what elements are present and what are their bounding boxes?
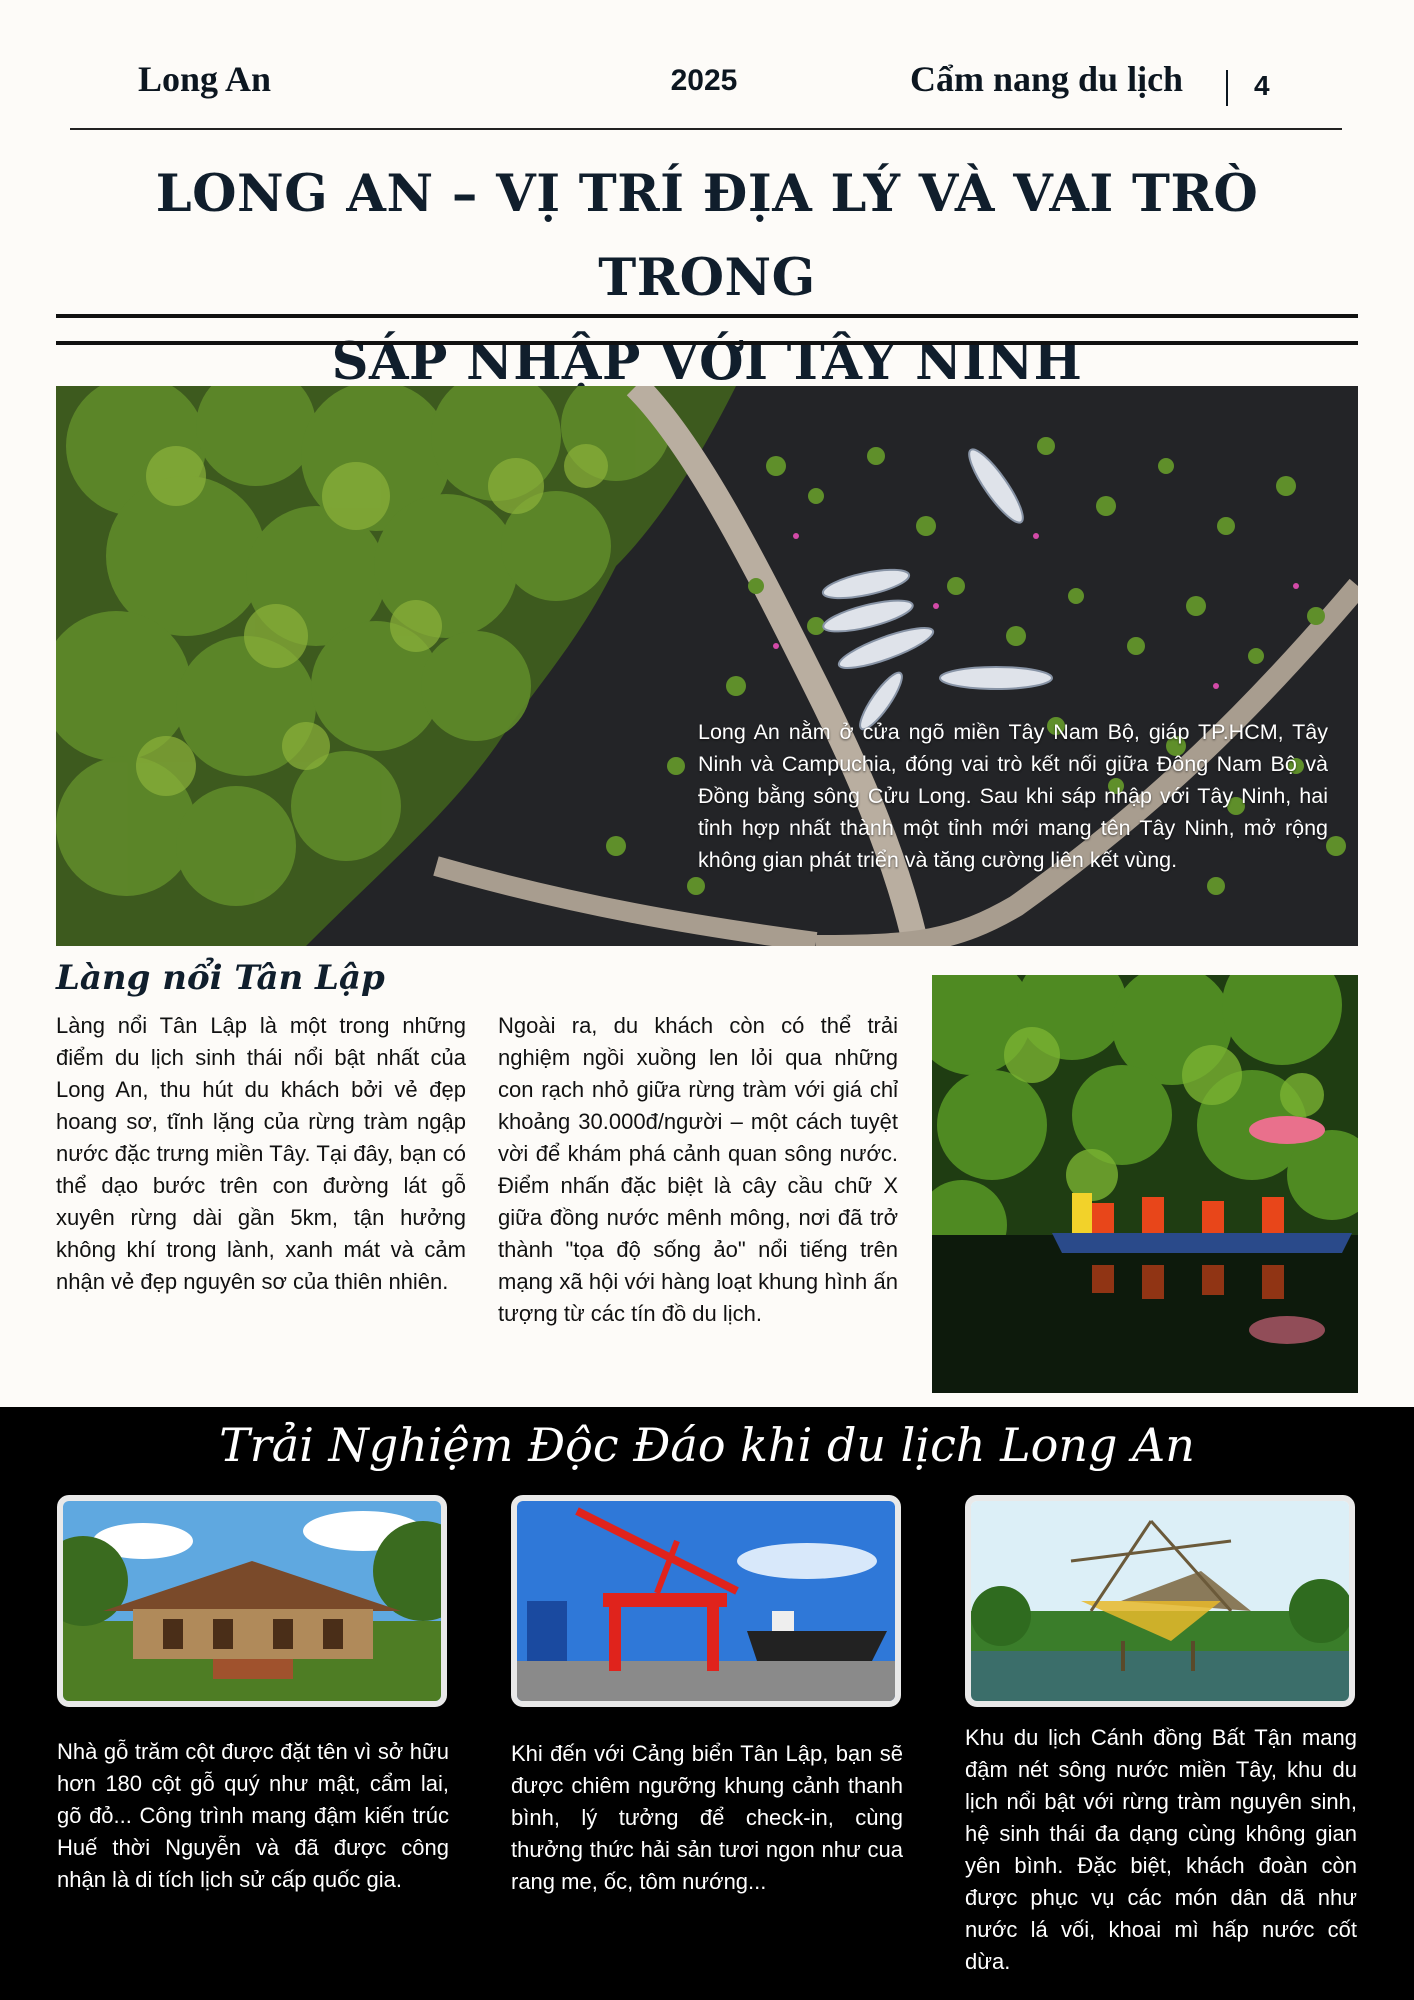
port-crane-illustration [517, 1501, 895, 1701]
fishing-hut-illustration [971, 1501, 1349, 1701]
title-rule-upper [56, 314, 1358, 318]
title-rule-lower [56, 341, 1358, 345]
page-number: 4 [1254, 70, 1270, 101]
section-paragraph-2: Ngoài ra, du khách còn có thể trải nghiệ… [498, 1013, 898, 1326]
header-separator [1226, 70, 1228, 106]
hero-caption: Long An nằm ở cửa ngõ miền Tây Nam Bộ, g… [698, 720, 1328, 872]
section-title: Làng nổi Tân Lập [56, 958, 385, 998]
card-caption-3: Khu du lịch Cánh đồng Bất Tận mang đậm n… [965, 1725, 1357, 1974]
header-rule [70, 128, 1342, 130]
boat-tour-illustration [932, 975, 1358, 1393]
boat-tour-photo [932, 975, 1358, 1393]
card-port-image [511, 1495, 901, 1707]
wooden-house-illustration [63, 1501, 441, 1701]
page-title: LONG AN – VỊ TRÍ ĐỊA LÝ VÀ VAI TRÒ TRONG… [56, 152, 1358, 404]
section-paragraph-1: Làng nổi Tân Lập là một trong những điểm… [56, 1013, 466, 1294]
publication-title: Cẩm nang du lịch [910, 59, 1184, 99]
card-caption-2: Khi đến với Cảng biển Tân Lập, bạn sẽ đư… [511, 1741, 903, 1894]
card-caption-1: Nhà gỗ trăm cột được đặt tên vì sở hữu h… [57, 1739, 449, 1892]
experience-title: Trải Nghiệm Độc Đáo khi du lịch Long An [219, 1418, 1195, 1472]
page-title-line-1: LONG AN – VỊ TRÍ ĐỊA LÝ VÀ VAI TRÒ TRONG [155, 164, 1259, 308]
card-endless-field-image [965, 1495, 1355, 1707]
issue-year: 2025 [670, 64, 738, 97]
card-wooden-house-image [57, 1495, 447, 1707]
